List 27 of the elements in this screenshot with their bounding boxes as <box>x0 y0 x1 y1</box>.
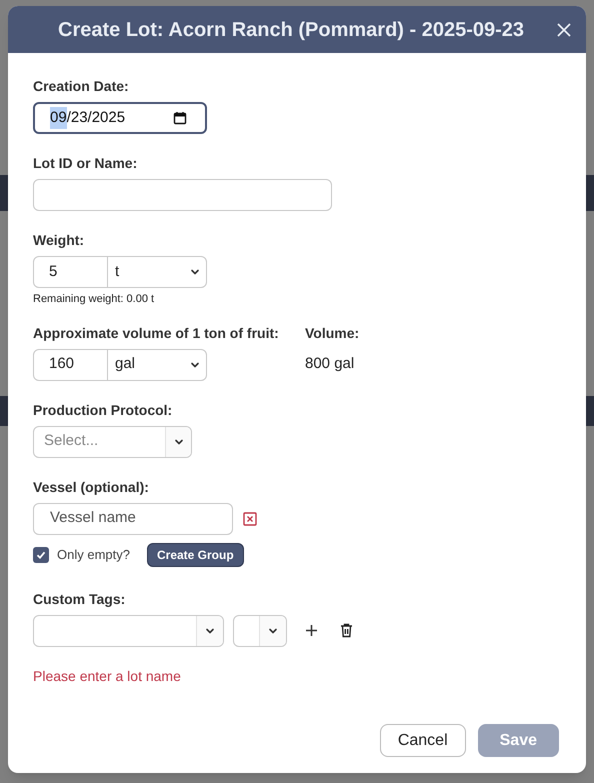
field-label: Creation Date: <box>33 78 130 95</box>
plus-icon[interactable] <box>305 624 318 637</box>
field-label: Volume: <box>305 324 360 342</box>
date-field[interactable]: 09/23/2025 <box>33 102 207 134</box>
create-group-button[interactable]: Create Group <box>146 542 244 566</box>
select-field[interactable]: Select... <box>33 426 192 458</box>
calendar-icon[interactable] <box>173 111 187 125</box>
trash-icon[interactable] <box>340 623 353 638</box>
field-label: Custom Tags: <box>33 590 126 608</box>
checkbox[interactable] <box>33 546 49 562</box>
select-field[interactable] <box>33 614 224 646</box>
lot-name-field[interactable] <box>33 179 332 211</box>
dialog-title: Create Lot: Acorn Ranch (Pommard) - 2025-09-23 <box>58 18 524 42</box>
error-message: Please enter a lot name <box>33 666 182 686</box>
checkbox-label: Only empty? <box>57 546 130 564</box>
field-label: Production Protocol: <box>33 402 174 418</box>
field-label: Lot ID or Name: <box>33 155 138 172</box>
field-label: Weight: <box>33 232 86 249</box>
volume-value: 800 gal <box>305 354 356 374</box>
select-field[interactable] <box>233 614 287 646</box>
clear-icon[interactable] <box>243 512 257 526</box>
hint-text: Remaining weight: 0.00 t <box>33 292 156 307</box>
field-label: Approximate volume of 1 ton of fruit: <box>33 324 280 342</box>
field-label: Vessel (optional): <box>33 478 150 496</box>
vessel-field[interactable]: Vessel name <box>33 502 233 534</box>
cancel-button[interactable]: Cancel <box>380 724 466 757</box>
close-icon[interactable] <box>556 22 572 38</box>
